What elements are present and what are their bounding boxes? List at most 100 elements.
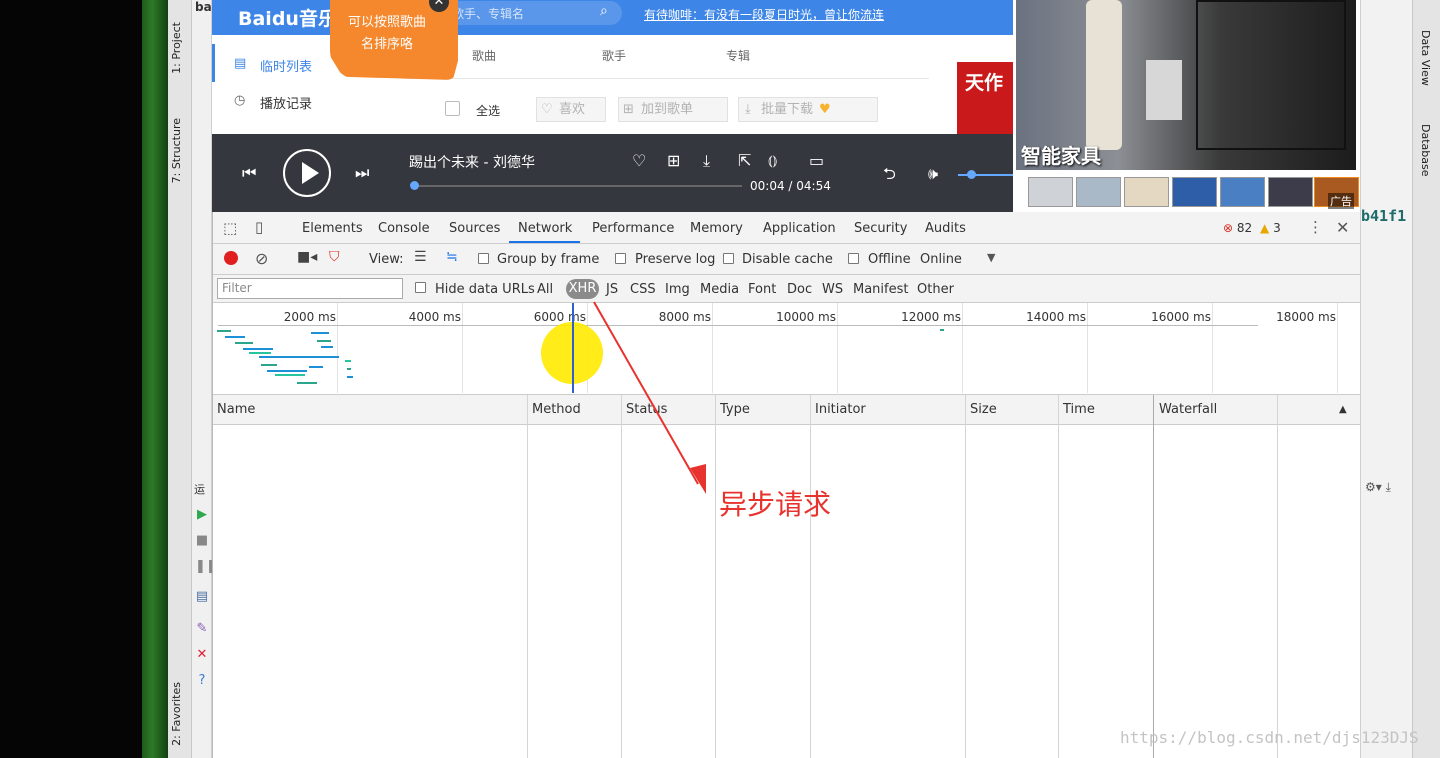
record-icon[interactable] xyxy=(224,251,238,265)
console-counts[interactable]: ⊗ 82 ▲ 3 xyxy=(1223,221,1281,235)
group-by-frame-checkbox[interactable] xyxy=(478,253,489,264)
lyrics-icon[interactable]: ▭ xyxy=(809,153,824,169)
type-filter-other[interactable]: Other xyxy=(917,282,954,297)
column-waterfall[interactable]: Waterfall xyxy=(1159,402,1217,417)
progress-knob[interactable] xyxy=(410,181,419,190)
tab-project[interactable]: 1: Project xyxy=(170,22,183,74)
next-icon[interactable]: ⏭ xyxy=(355,165,369,181)
sidebar-item-temp-list[interactable]: 临时列表 xyxy=(260,56,312,75)
tab-console[interactable]: Console xyxy=(378,221,430,236)
large-rows-icon[interactable]: ☰ xyxy=(414,249,427,265)
layout-icon[interactable]: ▤ xyxy=(195,590,209,604)
add-to-playlist-button[interactable]: ⊞ 加到歌单 xyxy=(618,97,728,122)
clear-icon[interactable]: ⊘ xyxy=(255,249,268,268)
offline-checkbox[interactable] xyxy=(848,253,859,264)
run-panel-label: 运 xyxy=(194,483,205,496)
type-filter-manifest[interactable]: Manifest xyxy=(853,282,908,297)
column-song[interactable]: 歌曲 xyxy=(472,47,496,64)
ad-tag: 广告 xyxy=(1328,193,1354,209)
ide-left-tool-strip: 1: Project 7: Structure 2: Favorites xyxy=(168,0,192,758)
share-icon[interactable]: ⇱ xyxy=(738,153,751,169)
chevron-down-icon[interactable]: ▼ xyxy=(987,251,995,264)
type-filter-media[interactable]: Media xyxy=(700,282,739,297)
ad-thumbnail[interactable] xyxy=(1172,177,1217,207)
type-filter-all[interactable]: All xyxy=(537,282,553,297)
ad-thumbnail[interactable] xyxy=(1076,177,1121,207)
loop-mode-icon[interactable]: ⮌ xyxy=(883,166,896,182)
progress-track[interactable] xyxy=(412,185,742,187)
close-devtools-icon[interactable]: ✕ xyxy=(1336,218,1349,237)
help-icon[interactable]: ? xyxy=(195,674,209,688)
ad-thumbnail[interactable] xyxy=(1028,177,1073,207)
download-icon[interactable]: ⤓ xyxy=(703,153,710,169)
batch-download-button[interactable]: ⤓ 批量下载 ♥ xyxy=(738,97,878,122)
ad-thumbnail[interactable] xyxy=(1220,177,1265,207)
column-artist[interactable]: 歌手 xyxy=(602,47,626,64)
column-initiator[interactable]: Initiator xyxy=(815,402,866,417)
device-toolbar-icon[interactable]: ▯ xyxy=(255,218,263,236)
heart-icon: ♡ xyxy=(541,102,553,117)
heart-icon[interactable]: ♡ xyxy=(632,153,646,169)
volume-knob[interactable] xyxy=(967,170,976,179)
close-run-icon[interactable]: ✕ xyxy=(195,648,209,662)
previous-icon[interactable]: ⏮ xyxy=(242,165,256,181)
inspect-element-icon[interactable]: ⬚ xyxy=(223,219,237,237)
tab-structure[interactable]: 7: Structure xyxy=(170,118,183,183)
ad-thumbnail[interactable] xyxy=(1268,177,1313,207)
promo-link[interactable]: 有待咖啡：有没有一段夏日时光，曾让你流连 xyxy=(644,6,884,23)
music-logo[interactable]: Bai​du音乐 xyxy=(238,4,337,31)
stop-icon[interactable]: ■ xyxy=(195,534,209,548)
tab-security[interactable]: Security xyxy=(854,221,907,236)
type-filter-js[interactable]: JS xyxy=(606,282,618,297)
preserve-log-checkbox[interactable] xyxy=(615,253,626,264)
filter-input[interactable]: Filter xyxy=(217,278,403,299)
type-filter-xhr[interactable]: XHR xyxy=(566,279,599,299)
column-type[interactable]: Type xyxy=(720,402,750,417)
tab-audits[interactable]: Audits xyxy=(925,221,966,236)
tab-network[interactable]: Network xyxy=(518,221,572,236)
hide-data-urls-checkbox[interactable] xyxy=(415,282,426,293)
sidebar-item-history[interactable]: 播放记录 xyxy=(260,93,312,112)
column-method[interactable]: Method xyxy=(532,402,581,417)
type-filter-doc[interactable]: Doc xyxy=(787,282,812,297)
settings-icon[interactable]: ⚙▾ ⤓ xyxy=(1365,480,1391,495)
tab-sources[interactable]: Sources xyxy=(449,221,500,236)
type-filter-css[interactable]: CSS xyxy=(630,282,656,297)
throttling-select[interactable]: Online xyxy=(920,252,962,267)
pause-icon[interactable]: ❚❚ xyxy=(195,560,217,574)
sort-up-icon[interactable]: ▲ xyxy=(1339,404,1347,415)
type-filter-img[interactable]: Img xyxy=(665,282,690,297)
camera-icon[interactable]: ■◂ xyxy=(297,249,317,265)
tab-data-view[interactable]: Data View xyxy=(1419,30,1432,86)
filter-icon[interactable]: ⛉ xyxy=(329,249,340,265)
tab-database[interactable]: Database xyxy=(1419,124,1432,177)
tab-favorites[interactable]: 2: Favorites xyxy=(170,682,183,746)
volume-icon[interactable]: 🕪 xyxy=(928,166,938,182)
disable-cache-checkbox[interactable] xyxy=(723,253,734,264)
run-icon[interactable]: ▶ xyxy=(195,508,209,522)
tab-application[interactable]: Application xyxy=(763,221,836,236)
overview-baseline xyxy=(218,325,1258,326)
column-size[interactable]: Size xyxy=(970,402,997,417)
type-filter-ws[interactable]: WS xyxy=(822,282,843,297)
side-ad[interactable]: 天作 xyxy=(957,62,1013,134)
column-time[interactable]: Time xyxy=(1063,402,1095,417)
sound-effect-icon[interactable]: ⦅⦆ xyxy=(768,153,777,169)
active-tab-indicator xyxy=(509,241,580,243)
tab-performance[interactable]: Performance xyxy=(592,221,674,236)
pin-icon[interactable]: ✎ xyxy=(195,622,209,636)
select-all-checkbox[interactable] xyxy=(445,101,460,116)
search-placeholder[interactable]: 歌手、专辑名 xyxy=(452,5,524,22)
tab-memory[interactable]: Memory xyxy=(690,221,743,236)
type-filter-font[interactable]: Font xyxy=(748,282,776,297)
like-button[interactable]: ♡ 喜欢 xyxy=(536,97,606,122)
more-options-icon[interactable]: ⋮ xyxy=(1308,218,1323,236)
search-icon[interactable]: ⌕ xyxy=(600,3,608,19)
add-to-list-icon[interactable]: ⊞ xyxy=(667,153,680,169)
column-name[interactable]: Name xyxy=(217,402,255,417)
tab-elements[interactable]: Elements xyxy=(302,221,363,236)
column-album[interactable]: 专辑 xyxy=(726,47,750,64)
ad-thumbnail[interactable] xyxy=(1124,177,1169,207)
waterfall-view-icon[interactable]: ≒ xyxy=(446,249,458,265)
column-divider xyxy=(810,395,811,758)
